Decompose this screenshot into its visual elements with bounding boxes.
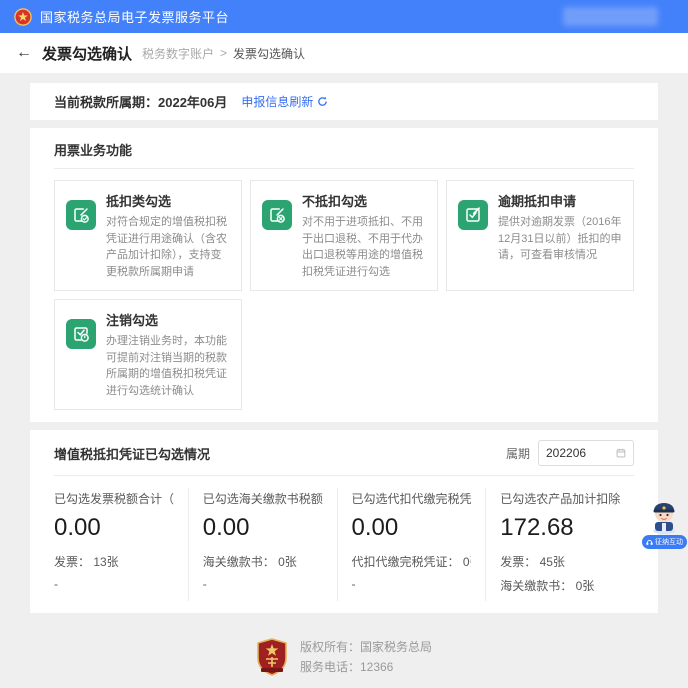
stat-line: 发票： 45张 [500, 553, 620, 570]
period-input[interactable] [546, 446, 612, 460]
overdue-apply-icon [458, 200, 488, 230]
breadcrumb-root[interactable]: 税务数字账户 [142, 45, 214, 62]
stat-agri-deduction-tax: 已勾选农产品加计扣除税额合计（... 172.68 发票： 45张 海关缴款书：… [485, 488, 634, 601]
summary-header: 增值税抵扣凭证已勾选情况 属期 [54, 440, 634, 476]
assistant-label: 征纳互动 [655, 537, 683, 547]
breadcrumb-bar: ← 发票勾选确认 税务数字账户 > 发票勾选确认 [0, 33, 688, 73]
stat-label: 已勾选海关缴款书税额合计（元） [203, 490, 323, 507]
footer-copyright: 版权所有：国家税务总局 [300, 637, 432, 657]
main-content: 当前税款所属期：2022年06月 申报信息刷新 用票业务功能 [0, 73, 688, 613]
summary-panel: 增值税抵扣凭证已勾选情况 属期 已勾选发票税额合计（元） 0.00 发票： 13… [30, 430, 658, 613]
function-cards: 抵扣类勾选 对符合规定的增值税扣税凭证进行用途确认（含农产品加计扣除），支持变更… [54, 180, 634, 410]
assistant-widget[interactable]: 征纳互动 [642, 498, 686, 550]
functions-panel-title: 用票业务功能 [54, 140, 634, 169]
card-desc: 对不用于进项抵扣、不用于出口退税、不用于代办出口退税等用途的增值税扣税凭证进行勾… [302, 214, 426, 280]
cancellation-check-icon [66, 319, 96, 349]
national-emblem-logo [14, 8, 32, 26]
stat-value: 0.00 [352, 514, 472, 542]
user-info-redacted[interactable] [563, 7, 658, 26]
card-title: 抵扣类勾选 [106, 191, 230, 210]
current-period-label: 当前税款所属期：2022年06月 [54, 92, 227, 111]
stat-value: 0.00 [203, 514, 323, 542]
breadcrumb-current: 发票勾选确认 [233, 45, 305, 62]
breadcrumb: 税务数字账户 > 发票勾选确认 [142, 45, 305, 62]
page-title: 发票勾选确认 [42, 43, 132, 64]
stat-line: - [54, 577, 174, 591]
headset-icon [646, 539, 653, 546]
calendar-icon[interactable] [616, 447, 626, 459]
refresh-link-label: 申报信息刷新 [241, 93, 313, 110]
card-no-deduction-check[interactable]: 不抵扣勾选 对不用于进项抵扣、不用于出口退税、不用于代办出口退税等用途的增值税扣… [250, 180, 438, 291]
stat-label: 已勾选发票税额合计（元） [54, 490, 174, 507]
summary-period-picker: 属期 [506, 440, 634, 466]
stat-line: - [352, 577, 472, 591]
card-title: 注销勾选 [106, 310, 230, 329]
footer-text: 版权所有：国家税务总局 服务电话：12366 [300, 637, 432, 678]
stat-label: 已勾选代扣代缴完税凭证税额合计... [352, 490, 472, 507]
stat-value: 172.68 [500, 514, 620, 542]
summary-stats: 已勾选发票税额合计（元） 0.00 发票： 13张 - 已勾选海关缴款书税额合计… [54, 476, 634, 601]
card-body: 注销勾选 办理注销业务时，本功能可提前对注销当期的税款所属期的增值税扣税凭证进行… [106, 310, 230, 399]
back-arrow-icon[interactable]: ← [16, 45, 32, 61]
card-overdue-deduction-apply[interactable]: 逾期抵扣申请 提供对逾期发票（2016年12月31日以前）抵扣的申请，可查看审核… [446, 180, 634, 291]
period-label: 属期 [506, 445, 530, 462]
breadcrumb-separator: > [220, 46, 227, 60]
refresh-icon [317, 96, 328, 107]
card-body: 不抵扣勾选 对不用于进项抵扣、不用于出口退税、不用于代办出口退税等用途的增值税扣… [302, 191, 426, 280]
no-deduction-icon [262, 200, 292, 230]
stat-withholding-tax: 已勾选代扣代缴完税凭证税额合计... 0.00 代扣代缴完税凭证： 0张 - [337, 488, 486, 601]
footer-phone: 服务电话：12366 [300, 657, 432, 677]
app-header: 国家税务总局电子发票服务平台 [0, 0, 688, 33]
card-cancellation-check[interactable]: 注销勾选 办理注销业务时，本功能可提前对注销当期的税款所属期的增值税扣税凭证进行… [54, 299, 242, 410]
stat-line: 海关缴款书： 0张 [203, 553, 323, 570]
stat-line: 发票： 13张 [54, 553, 174, 570]
period-input-box[interactable] [538, 440, 634, 466]
summary-title: 增值税抵扣凭证已勾选情况 [54, 444, 210, 463]
stat-line: 代扣代缴完税凭证： 0张 [352, 553, 472, 570]
app-title: 国家税务总局电子发票服务平台 [40, 7, 229, 26]
card-title: 逾期抵扣申请 [498, 191, 622, 210]
card-title: 不抵扣勾选 [302, 191, 426, 210]
page-footer: 版权所有：国家税务总局 服务电话：12366 [0, 621, 688, 688]
card-body: 逾期抵扣申请 提供对逾期发票（2016年12月31日以前）抵扣的申请，可查看审核… [498, 191, 622, 280]
card-body: 抵扣类勾选 对符合规定的增值税扣税凭证进行用途确认（含农产品加计扣除），支持变更… [106, 191, 230, 280]
current-period-panel: 当前税款所属期：2022年06月 申报信息刷新 [30, 83, 658, 120]
card-desc: 提供对逾期发票（2016年12月31日以前）抵扣的申请，可查看审核情况 [498, 214, 622, 264]
stat-line: 海关缴款书： 0张 [500, 577, 620, 594]
functions-panel: 用票业务功能 抵扣类勾选 对符合规定的增值税扣税凭证进行用途确认（含农产品加计扣… [30, 128, 658, 422]
stat-value: 0.00 [54, 514, 174, 542]
mascot-officer-icon [645, 498, 683, 534]
assistant-pill[interactable]: 征纳互动 [642, 535, 687, 549]
card-desc: 对符合规定的增值税扣税凭证进行用途确认（含农产品加计扣除），支持变更税款所属期申… [106, 214, 230, 280]
tax-bureau-badge-icon [256, 638, 288, 676]
card-deduction-check[interactable]: 抵扣类勾选 对符合规定的增值税扣税凭证进行用途确认（含农产品加计扣除），支持变更… [54, 180, 242, 291]
stat-label: 已勾选农产品加计扣除税额合计（... [500, 490, 620, 507]
card-desc: 办理注销业务时，本功能可提前对注销当期的税款所属期的增值税扣税凭证进行勾选统计确… [106, 333, 230, 399]
stat-customs-tax: 已勾选海关缴款书税额合计（元） 0.00 海关缴款书： 0张 - [188, 488, 337, 601]
deduction-check-icon [66, 200, 96, 230]
declaration-refresh-link[interactable]: 申报信息刷新 [241, 93, 328, 110]
stat-invoice-tax: 已勾选发票税额合计（元） 0.00 发票： 13张 - [54, 488, 188, 601]
stat-line: - [203, 577, 323, 591]
